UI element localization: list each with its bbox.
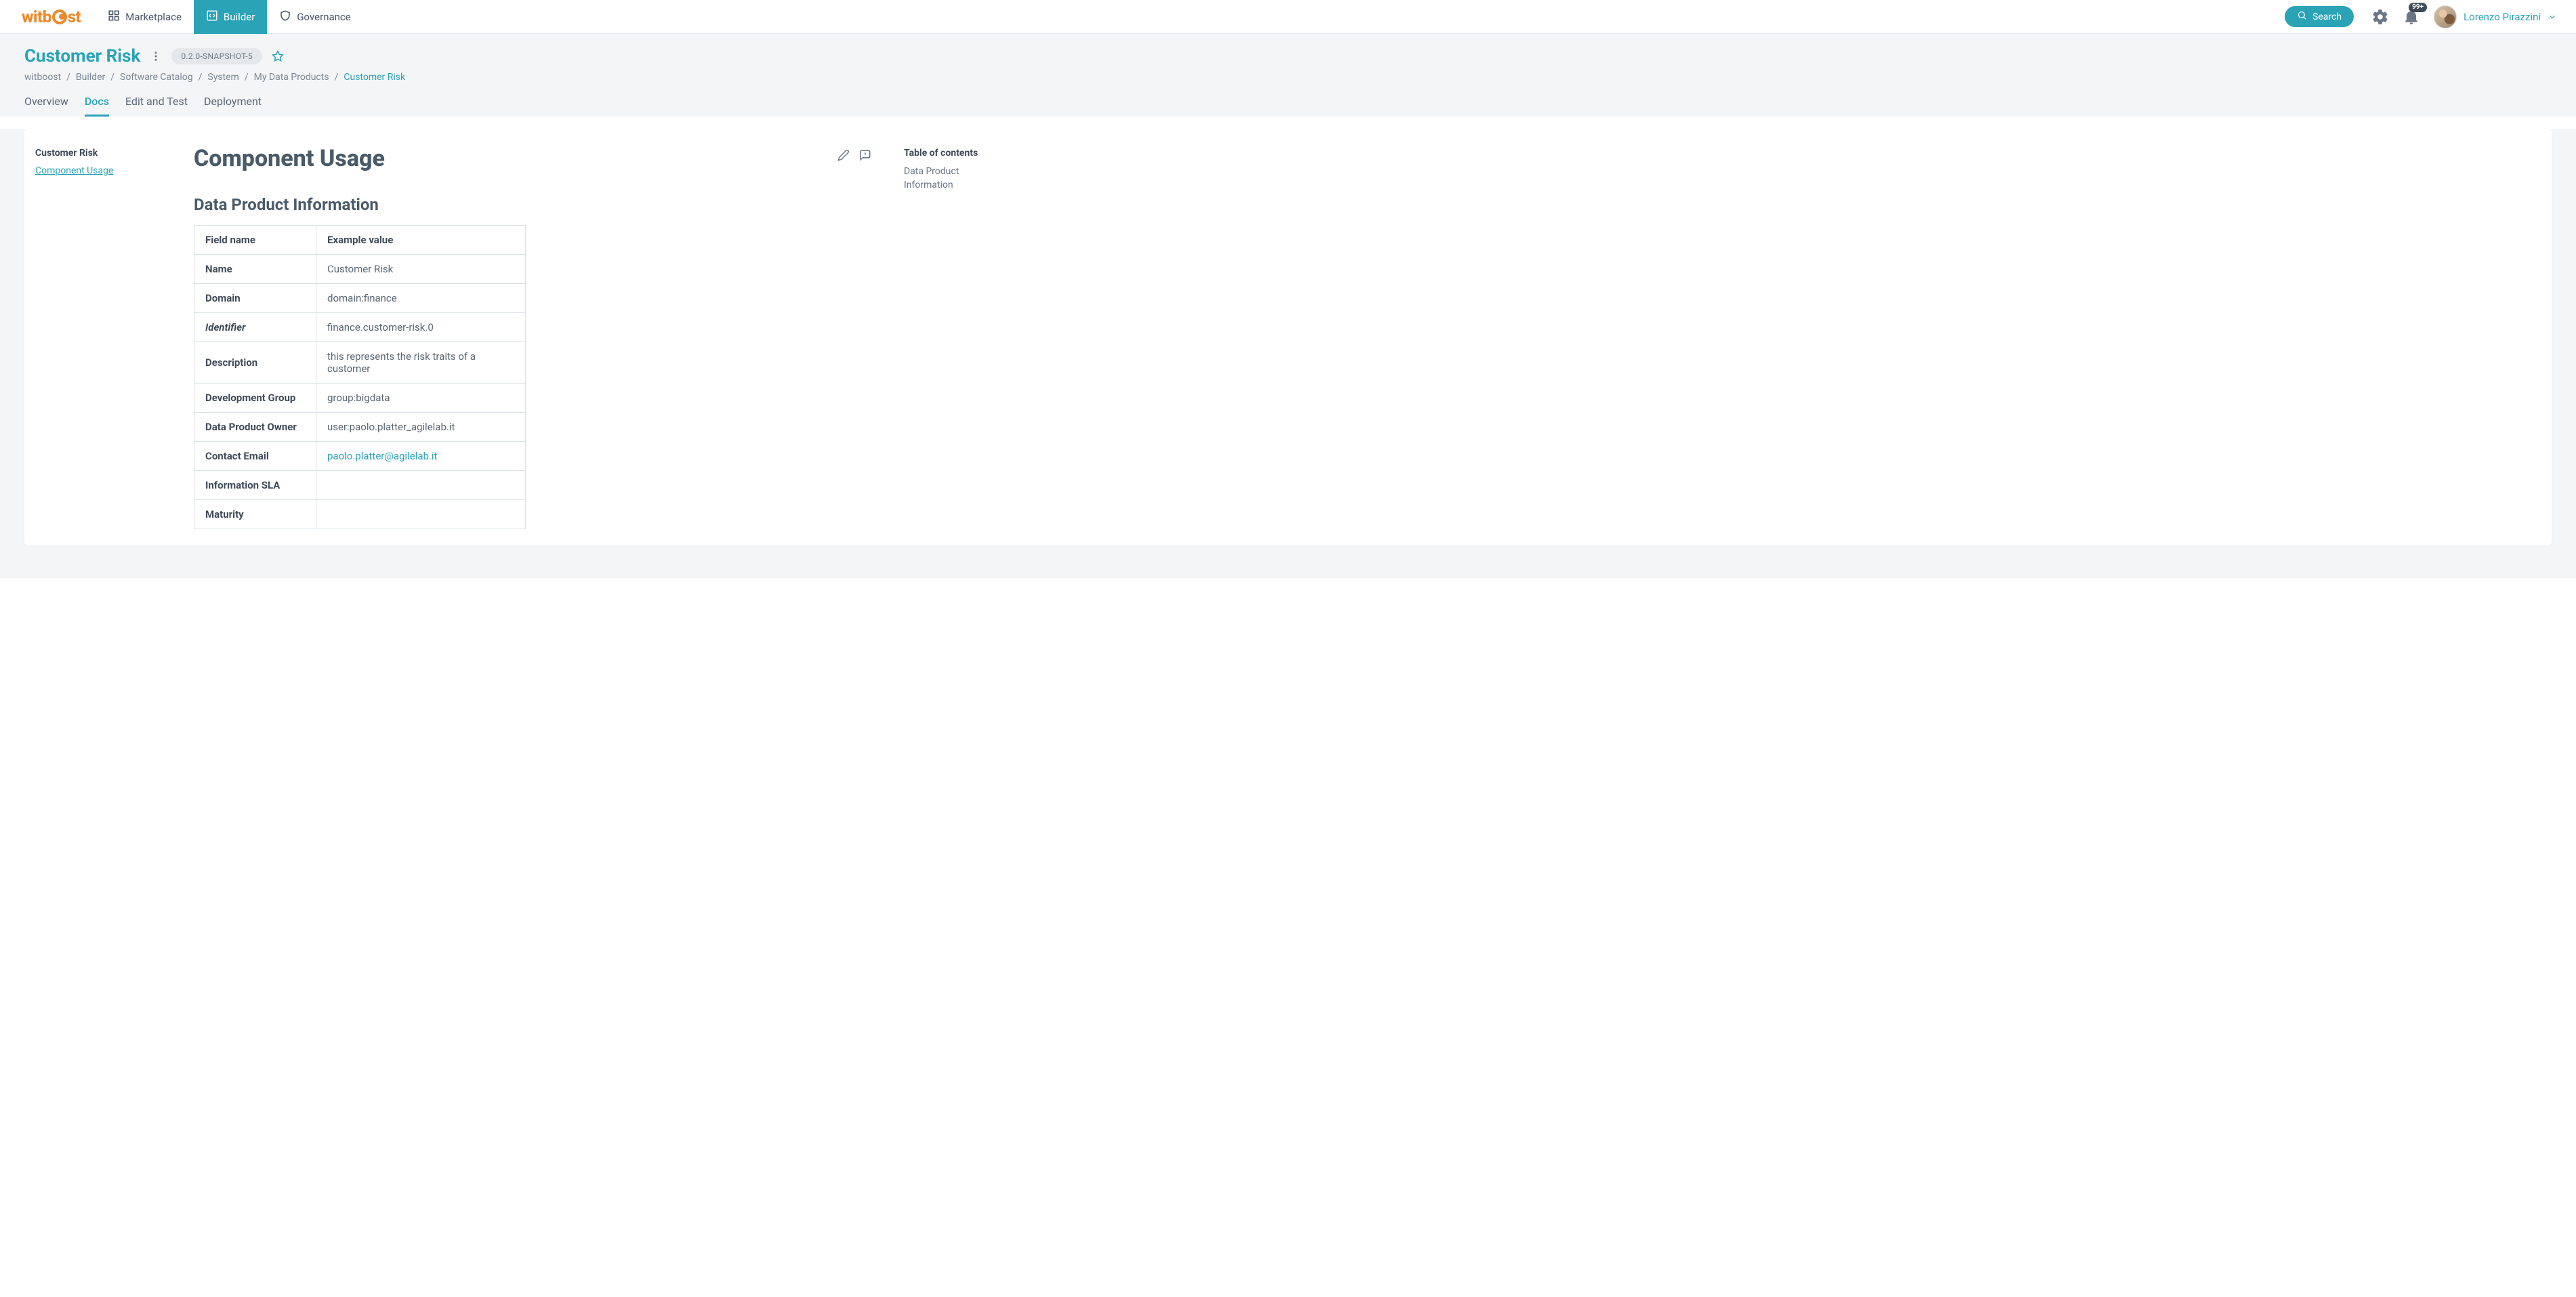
breadcrumb: witboost/ Builder/ Software Catalog/ Sys… (24, 72, 2552, 83)
table-row: Information SLA (194, 471, 526, 500)
username-label: Lorenzo Pirazzini (2464, 11, 2541, 23)
field-name: Information SLA (194, 471, 316, 500)
tab-docs[interactable]: Docs (85, 95, 109, 117)
field-value: this represents the risk traits of a cus… (316, 342, 526, 384)
table-header: Example value (316, 226, 526, 255)
chevron-down-icon (2548, 12, 2557, 22)
table-row: Development Groupgroup:bigdata (194, 384, 526, 413)
field-name: Domain (194, 284, 316, 313)
marketplace-icon (108, 9, 120, 24)
table-row: Maturity (194, 500, 526, 529)
page-tabs: Overview Docs Edit and Test Deployment (24, 95, 2552, 117)
page-actions-menu[interactable] (150, 50, 162, 62)
doc-body: Component Usage Data Product Information… (173, 129, 892, 545)
field-value[interactable]: paolo.platter@agilelab.it (316, 442, 526, 471)
nav-label: Governance (297, 11, 350, 23)
top-nav: witbst Marketplace Builder Governance Se… (0, 0, 2576, 34)
table-row: Contact Email paolo.platter@agilelab.it (194, 442, 526, 471)
doc-section-heading: Data Product Information (194, 195, 871, 214)
table-row: Identifierfinance.customer-risk.0 (194, 313, 526, 342)
email-link[interactable]: paolo.platter@agilelab.it (327, 450, 437, 462)
bell-icon (2403, 16, 2420, 28)
nav-builder[interactable]: Builder (194, 0, 267, 34)
toc-heading: Table of contents (904, 148, 1008, 159)
field-value: group:bigdata (316, 384, 526, 413)
table-header: Field name (194, 226, 316, 255)
search-label: Search (2312, 12, 2342, 22)
field-value (316, 500, 526, 529)
field-value: user:paolo.platter_agilelab.it (316, 413, 526, 442)
field-name: Identifier (194, 313, 316, 342)
field-name: Development Group (194, 384, 316, 413)
nav-governance[interactable]: Governance (267, 0, 362, 34)
brand-logo: witbst (22, 7, 81, 26)
search-button[interactable]: Search (2285, 6, 2354, 27)
field-name: Description (194, 342, 316, 384)
notification-badge: 99+ (2409, 3, 2427, 12)
nav-label: Builder (224, 11, 255, 23)
breadcrumb-item[interactable]: System (207, 72, 238, 83)
doc-sidebar-link[interactable]: Component Usage (35, 165, 113, 176)
table-row: NameCustomer Risk (194, 255, 526, 284)
content-card: Customer Risk Component Usage Component … (24, 129, 2552, 545)
field-name: Contact Email (194, 442, 316, 471)
info-table: Field name Example value NameCustomer Ri… (194, 225, 526, 529)
field-name: Data Product Owner (194, 413, 316, 442)
toc-link[interactable]: Data Product Information (904, 165, 1008, 192)
table-row: Data Product Owneruser:paolo.platter_agi… (194, 413, 526, 442)
tab-deployment[interactable]: Deployment (204, 95, 262, 117)
field-value: Customer Risk (316, 255, 526, 284)
table-row: Descriptionthis represents the risk trai… (194, 342, 526, 384)
breadcrumb-item[interactable]: My Data Products (254, 72, 329, 83)
settings-button[interactable] (2371, 8, 2389, 26)
breadcrumb-current: Customer Risk (344, 72, 405, 83)
doc-sidebar: Customer Risk Component Usage (24, 129, 173, 545)
edit-doc-button[interactable] (837, 149, 850, 164)
tab-edit-test[interactable]: Edit and Test (125, 95, 188, 117)
field-name: Name (194, 255, 316, 284)
table-row: Domaindomain:finance (194, 284, 526, 313)
tab-overview[interactable]: Overview (24, 95, 68, 117)
search-icon (2297, 10, 2307, 23)
breadcrumb-item[interactable]: witboost (24, 72, 61, 83)
builder-icon (206, 9, 218, 24)
field-value: domain:finance (316, 284, 526, 313)
nav-label: Marketplace (125, 11, 182, 23)
subheader: Customer Risk 0.2.0-SNAPSHOT-5 witboost/… (0, 34, 2576, 117)
nav-marketplace[interactable]: Marketplace (96, 0, 194, 34)
field-name: Maturity (194, 500, 316, 529)
breadcrumb-item[interactable]: Builder (76, 72, 105, 83)
field-value: finance.customer-risk.0 (316, 313, 526, 342)
field-value (316, 471, 526, 500)
page-title: Customer Risk (24, 46, 140, 66)
doc-sidebar-heading: Customer Risk (35, 148, 167, 159)
breadcrumb-item[interactable]: Software Catalog (120, 72, 193, 83)
user-menu[interactable]: Lorenzo Pirazzini (2464, 11, 2557, 23)
gear-icon (2371, 16, 2389, 28)
notifications-button[interactable]: 99+ (2403, 8, 2420, 26)
shield-icon (279, 9, 291, 24)
avatar[interactable] (2434, 5, 2457, 28)
favorite-button[interactable] (272, 50, 284, 62)
table-of-contents: Table of contents Data Product Informati… (892, 129, 1020, 545)
doc-title: Component Usage (194, 145, 837, 172)
feedback-button[interactable] (859, 149, 871, 164)
version-chip[interactable]: 0.2.0-SNAPSHOT-5 (171, 48, 262, 64)
